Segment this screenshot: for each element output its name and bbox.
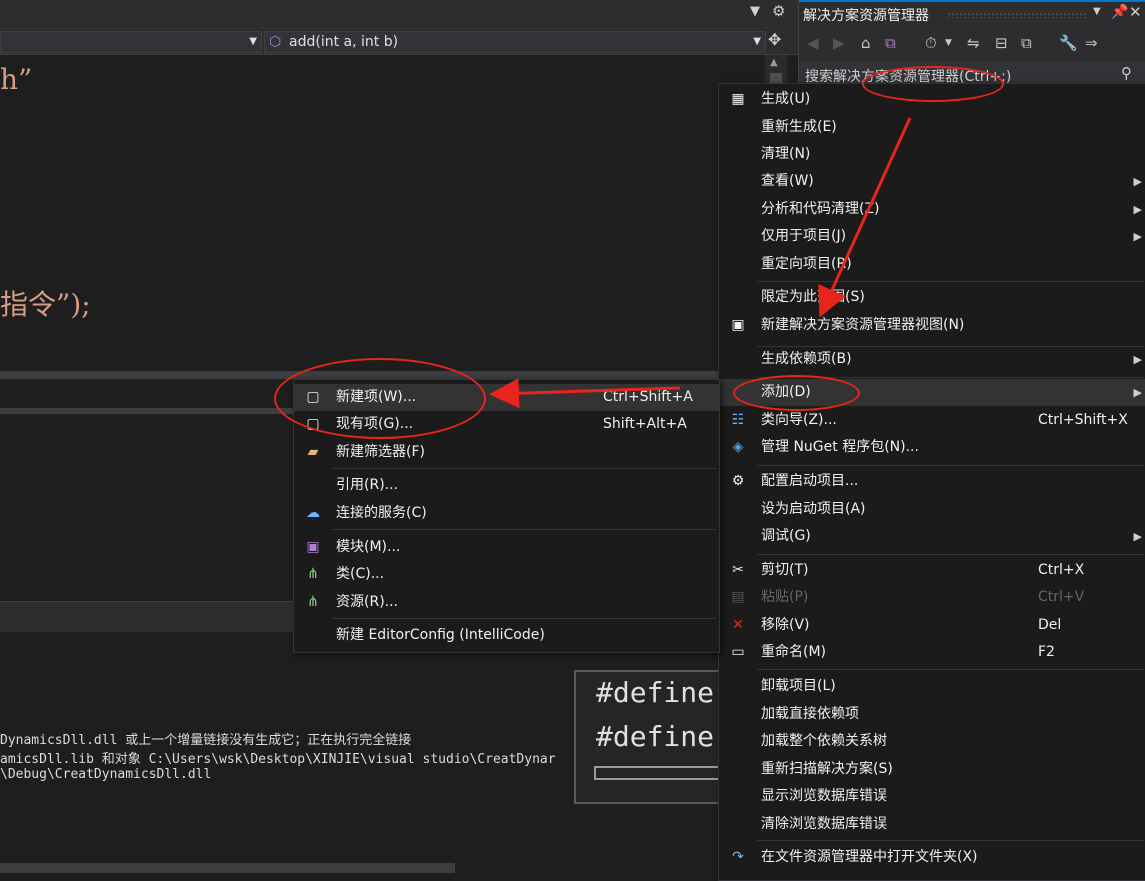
annotation-arrow-to-new-item xyxy=(489,378,681,409)
annotation-arrow-to-add xyxy=(818,117,912,318)
annotation-arrows xyxy=(489,117,912,409)
